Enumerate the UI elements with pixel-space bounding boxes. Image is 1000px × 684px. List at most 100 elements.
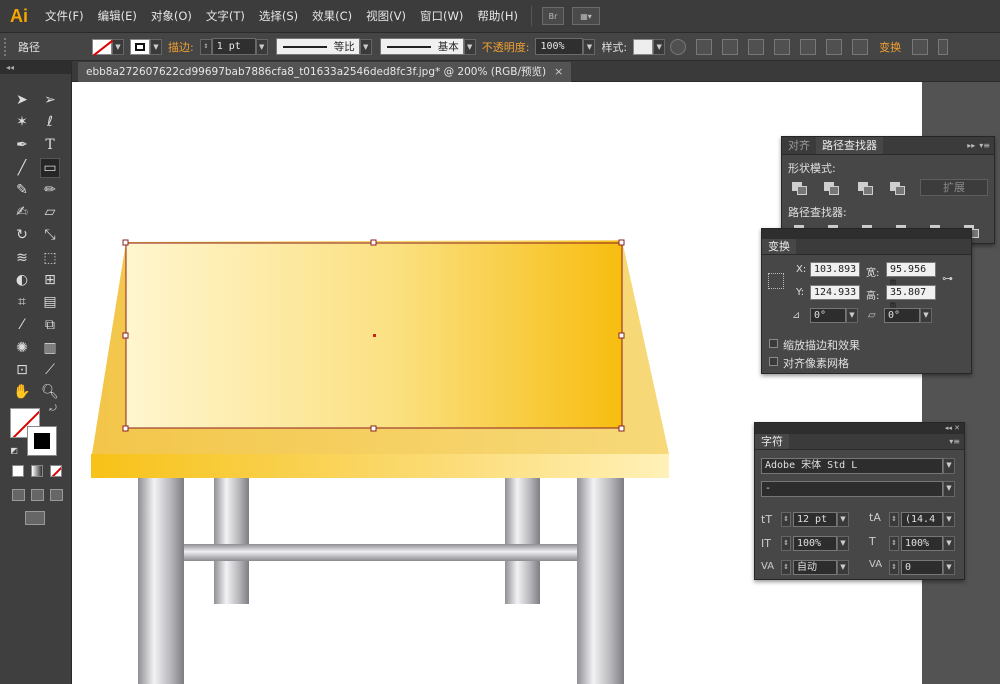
menu-edit[interactable]: 编辑(E) (91, 0, 144, 33)
tracking-input[interactable]: 0 (901, 560, 943, 575)
width-tool-icon[interactable]: ≋ (12, 248, 32, 268)
tab-pathfinder[interactable]: 路径查找器 (816, 137, 883, 154)
color-mode-icon[interactable] (12, 465, 24, 477)
font-family-select[interactable]: Adobe 宋体 Std L (761, 458, 943, 474)
vertical-scale-stepper[interactable]: ⇕ (781, 536, 791, 551)
shape-builder-tool-icon[interactable]: ◐ (12, 270, 32, 290)
close-tab-icon[interactable]: × (554, 62, 563, 82)
vertical-scale-dropdown-icon[interactable]: ▼ (837, 536, 849, 551)
eyedropper-tool-icon[interactable]: ⁄ (12, 315, 32, 335)
blend-tool-icon[interactable]: ⧉ (40, 315, 60, 335)
default-fill-stroke-icon[interactable]: ◩ (8, 444, 20, 456)
recolor-icon[interactable] (670, 38, 687, 55)
align-top-icon[interactable] (800, 38, 817, 55)
lasso-tool-icon[interactable]: ℓ (40, 112, 60, 132)
leading-input[interactable]: (14.4 (901, 512, 943, 527)
stroke-weight-stepper[interactable]: ⇕ (199, 38, 212, 55)
tab-align[interactable]: 对齐 (782, 137, 816, 154)
stroke-weight-dropdown-icon[interactable]: ▼ (255, 38, 268, 55)
artboard-tool-icon[interactable]: ⊡ (12, 360, 32, 380)
scale-tool-icon[interactable]: ⤡ (40, 225, 60, 245)
rotate-dropdown-icon[interactable]: ▼ (846, 308, 858, 323)
width-input[interactable]: 95.956 m (886, 262, 936, 288)
variable-width-profile[interactable]: 等比 (275, 38, 360, 55)
menu-file[interactable]: 文件(F) (38, 0, 91, 33)
minus-front-icon[interactable] (824, 182, 839, 195)
font-style-select[interactable]: - (761, 481, 943, 497)
transform-panel-header[interactable] (762, 229, 971, 239)
menu-type[interactable]: 文字(T) (199, 0, 252, 33)
stroke-weight-input[interactable]: 1 pt (211, 38, 256, 55)
kerning-stepper[interactable]: ⇕ (781, 560, 791, 575)
magic-wand-tool-icon[interactable]: ✶ (12, 112, 32, 132)
reference-point-icon[interactable] (768, 273, 784, 289)
height-input[interactable]: 35.807 m (886, 285, 936, 311)
profile-dropdown-icon[interactable]: ▼ (359, 38, 372, 55)
opacity-input[interactable]: 100% (535, 38, 584, 55)
shear-input[interactable]: 0° (884, 308, 920, 323)
scale-strokes-checkbox[interactable] (769, 339, 778, 348)
tracking-stepper[interactable]: ⇕ (889, 560, 899, 575)
horizontal-scale-stepper[interactable]: ⇕ (889, 536, 899, 551)
line-tool-icon[interactable]: ╱ (12, 158, 32, 178)
horizontal-scale-dropdown-icon[interactable]: ▼ (943, 536, 955, 551)
intersect-icon[interactable] (858, 182, 873, 195)
align-left-icon[interactable] (722, 38, 739, 55)
paintbrush-tool-icon[interactable]: ✎ (12, 180, 32, 200)
brush-dropdown-icon[interactable]: ▼ (463, 38, 476, 55)
none-mode-icon[interactable] (50, 465, 62, 477)
stroke-color-box[interactable] (27, 426, 57, 456)
direct-selection-tool-icon[interactable]: ➢ (40, 90, 60, 110)
align-bottom-icon[interactable] (852, 38, 869, 55)
graphic-style-swatch[interactable] (633, 38, 654, 55)
draw-behind-icon[interactable] (31, 489, 44, 501)
exclude-icon[interactable] (890, 182, 905, 195)
vertical-scale-input[interactable]: 100% (793, 536, 837, 551)
align-right-icon[interactable] (774, 38, 791, 55)
screen-mode-icon[interactable] (25, 511, 45, 525)
panel-menu-icon[interactable] (938, 38, 949, 55)
font-size-stepper[interactable]: ⇕ (781, 512, 791, 527)
gradient-tool-icon[interactable]: ▤ (40, 292, 60, 312)
bridge-button[interactable]: Br (541, 7, 564, 25)
y-input[interactable]: 124.933 (810, 285, 860, 300)
font-family-dropdown-icon[interactable]: ▼ (943, 458, 955, 474)
x-input[interactable]: 103.893 (810, 262, 860, 277)
rotate-tool-icon[interactable]: ↻ (12, 225, 32, 245)
panel-menu-icon[interactable]: ▾≡ (949, 434, 964, 449)
column-graph-tool-icon[interactable]: ▥ (40, 338, 60, 358)
blob-brush-tool-icon[interactable]: ✍ (12, 202, 32, 222)
rectangle-tool-icon[interactable]: ▭ (40, 158, 60, 178)
menu-window[interactable]: 窗口(W) (413, 0, 470, 33)
stroke-swatch[interactable] (130, 38, 150, 55)
menu-help[interactable]: 帮助(H) (470, 0, 525, 33)
zoom-tool-icon[interactable]: 🔍︎ (40, 382, 60, 402)
free-transform-tool-icon[interactable]: ⬚ (40, 248, 60, 268)
gradient-mode-icon[interactable] (31, 465, 43, 477)
symbol-sprayer-tool-icon[interactable]: ✺ (12, 338, 32, 358)
brush-definition[interactable]: 基本 (379, 38, 464, 55)
fill-swatch[interactable] (92, 38, 112, 55)
document-tab[interactable]: ebb8a272607622cd99697bab7886cfa8_t01633a… (78, 62, 572, 82)
opacity-label[interactable]: 不透明度: (482, 39, 530, 55)
horizontal-scale-input[interactable]: 100% (901, 536, 943, 551)
stroke-label[interactable]: 描边: (168, 39, 194, 55)
leading-stepper[interactable]: ⇕ (889, 512, 899, 527)
fill-dropdown-icon[interactable]: ▼ (112, 38, 124, 55)
stroke-dropdown-icon[interactable]: ▼ (150, 38, 162, 55)
opacity-dropdown-icon[interactable]: ▼ (583, 38, 596, 55)
isolate-icon[interactable] (912, 38, 929, 55)
eraser-tool-icon[interactable]: ▱ (40, 202, 60, 222)
pen-tool-icon[interactable]: ✒ (12, 135, 32, 155)
align-center-icon[interactable] (748, 38, 765, 55)
tab-transform[interactable]: 变换 (762, 239, 796, 254)
tools-panel-header[interactable]: ◂◂ (0, 61, 71, 74)
type-tool-icon[interactable]: T (40, 135, 60, 155)
rotate-input[interactable]: 0° (810, 308, 846, 323)
kerning-dropdown-icon[interactable]: ▼ (837, 560, 849, 575)
constrain-proportions-icon[interactable]: ⊶ (942, 272, 953, 285)
slice-tool-icon[interactable]: ⟋ (40, 360, 60, 380)
align-to-icon[interactable] (696, 38, 713, 55)
kerning-input[interactable]: 自动 (793, 560, 837, 575)
unite-icon[interactable] (792, 182, 807, 195)
